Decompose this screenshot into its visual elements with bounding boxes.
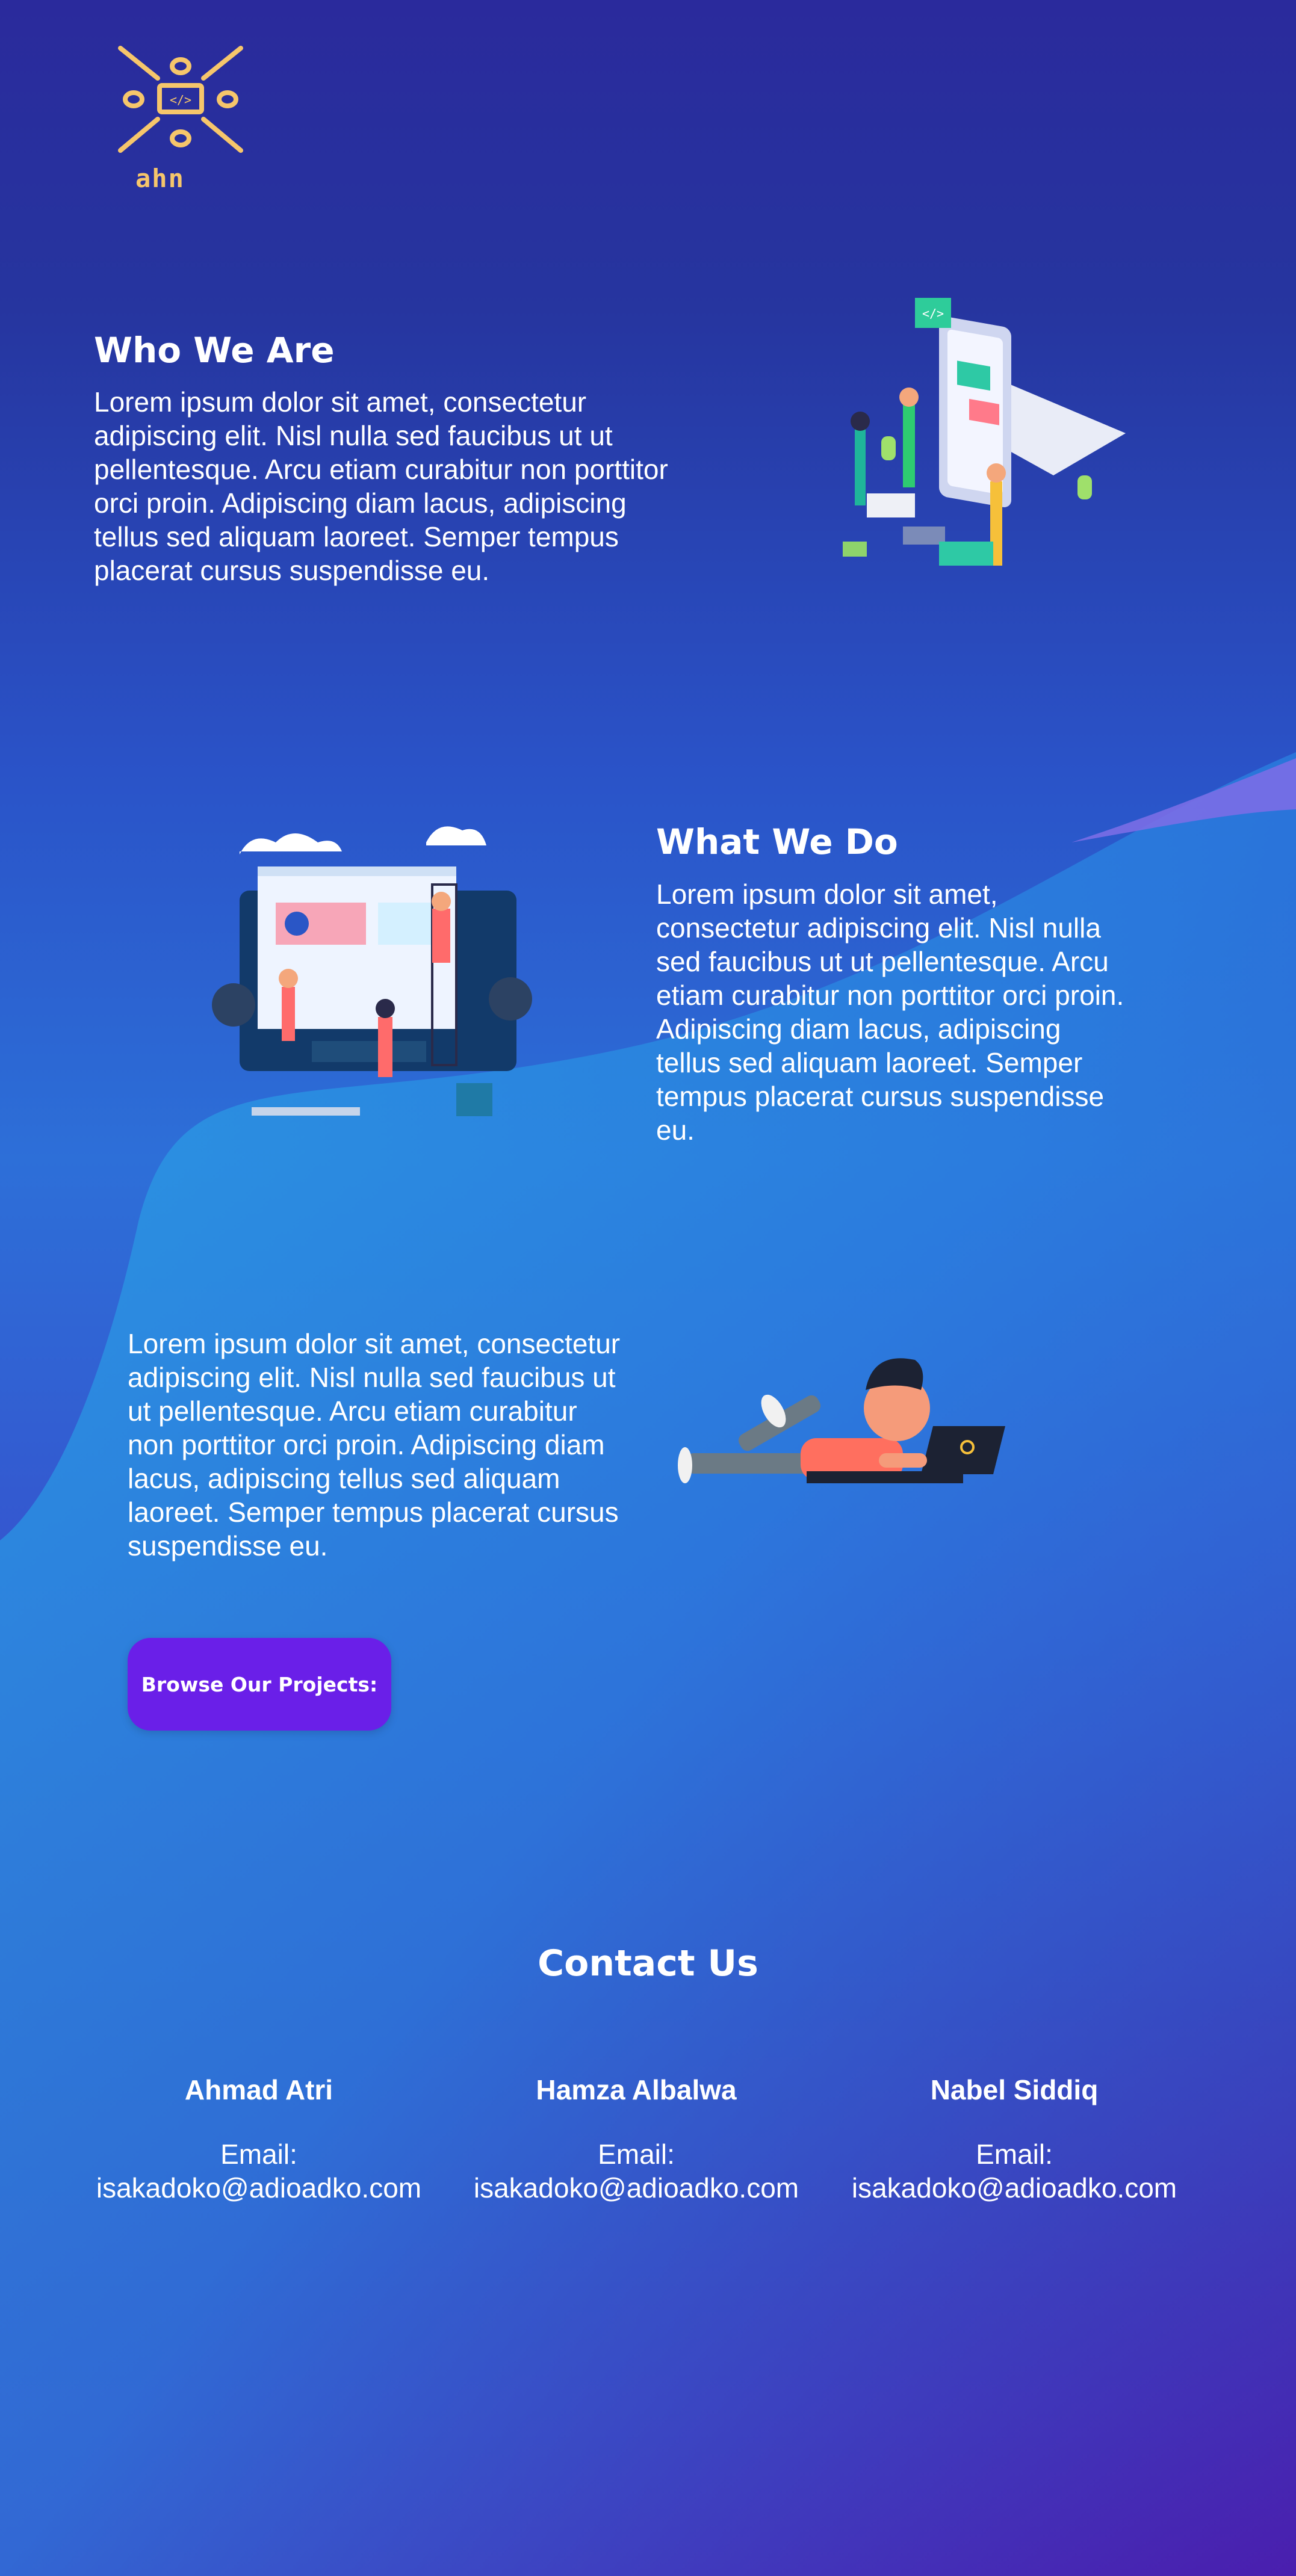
email-link[interactable]: isakadoko@adioadko.com [438, 2171, 835, 2205]
contact-card: Nabel Siddiq Email: isakadoko@adioadko.c… [816, 2074, 1213, 2205]
section-text-intro: Lorem ipsum dolor sit amet, consectetur … [128, 1328, 621, 1561]
email-label: Email: [976, 2139, 1053, 2170]
website-building-illustration [212, 826, 532, 1116]
email-label: Email: [598, 2139, 675, 2170]
contact-name: Nabel Siddiq [930, 2074, 1099, 2105]
person-laptop-illustration [678, 1358, 1005, 1483]
email-link[interactable]: isakadoko@adioadko.com [60, 2171, 457, 2205]
contact-title: Contact Us [538, 1942, 758, 1985]
email-label: Email: [220, 2139, 297, 2170]
section-text-what-we-do: Lorem ipsum dolor sit amet, consectetur … [656, 879, 1124, 1146]
browse-projects-button[interactable]: Browse Our Projects: [128, 1638, 391, 1731]
mobile-app-illustration: </> [843, 298, 1126, 566]
email-link[interactable]: isakadoko@adioadko.com [816, 2171, 1213, 2205]
contact-card: Ahmad Atri Email: isakadoko@adioadko.com [60, 2074, 457, 2205]
contact-name: Ahmad Atri [184, 2074, 333, 2105]
contact-name: Hamza Albalwa [536, 2074, 737, 2105]
section-title-who-we-are: Who We Are [94, 330, 335, 371]
logo-text: ahn [135, 164, 185, 193]
contact-card: Hamza Albalwa Email: isakadoko@adioadko.… [438, 2074, 835, 2205]
svg-text:</>: </> [922, 306, 944, 321]
section-text-who-we-are: Lorem ipsum dolor sit amet, consectetur … [94, 386, 668, 586]
section-title-what-we-do: What We Do [656, 821, 898, 862]
svg-text:</>: </> [170, 93, 191, 107]
